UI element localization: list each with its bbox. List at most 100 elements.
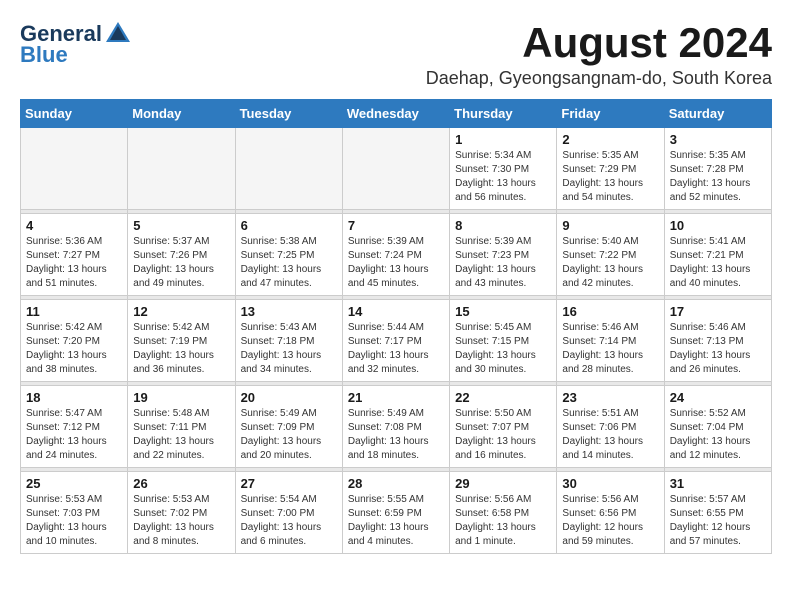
day-number: 11 — [26, 304, 122, 319]
day-info: Sunrise: 5:53 AM Sunset: 7:02 PM Dayligh… — [133, 493, 229, 549]
day-number: 16 — [562, 304, 658, 319]
title-block: August 2024 Daehap, Gyeongsangnam-do, So… — [426, 20, 772, 89]
day-number: 20 — [241, 390, 337, 405]
day-number: 2 — [562, 132, 658, 147]
calendar-day-cell: 9 Sunrise: 5:40 AM Sunset: 7:22 PM Daylig… — [557, 214, 664, 296]
logo: General Blue — [20, 20, 132, 68]
day-number: 25 — [26, 476, 122, 491]
calendar-day-cell: 14Sunrise: 5:44 AM Sunset: 7:17 PM Dayli… — [342, 300, 449, 382]
day-number: 19 — [133, 390, 229, 405]
day-number: 10 — [670, 218, 766, 233]
weekday-header-sunday: Sunday — [21, 100, 128, 128]
day-info: Sunrise: 5:49 AM Sunset: 7:08 PM Dayligh… — [348, 407, 444, 463]
calendar-table: SundayMondayTuesdayWednesdayThursdayFrid… — [20, 99, 772, 554]
day-info: Sunrise: 5:38 AM Sunset: 7:25 PM Dayligh… — [241, 235, 337, 291]
day-number: 17 — [670, 304, 766, 319]
calendar-day-cell — [235, 128, 342, 210]
month-year-title: August 2024 — [426, 20, 772, 66]
day-number: 14 — [348, 304, 444, 319]
calendar-week-row: 11 Sunrise: 5:42 AM Sunset: 7:20 PM Dayli… — [21, 300, 772, 382]
weekday-header-monday: Monday — [128, 100, 235, 128]
day-number: 28 — [348, 476, 444, 491]
calendar-week-row: 4 Sunrise: 5:36 AM Sunset: 7:27 PM Daylig… — [21, 214, 772, 296]
day-info: Sunrise: 5:45 AM Sunset: 7:15 PM Dayligh… — [455, 321, 551, 377]
calendar-day-cell: 8 Sunrise: 5:39 AM Sunset: 7:23 PM Daylig… — [450, 214, 557, 296]
calendar-day-cell: 31Sunrise: 5:57 AM Sunset: 6:55 PM Dayli… — [664, 472, 771, 554]
weekday-header-tuesday: Tuesday — [235, 100, 342, 128]
day-info: Sunrise: 5:56 AM Sunset: 6:56 PM Dayligh… — [562, 493, 658, 549]
day-info: Sunrise: 5:35 AM Sunset: 7:28 PM Dayligh… — [670, 149, 766, 205]
day-info: Sunrise: 5:46 AM Sunset: 7:13 PM Dayligh… — [670, 321, 766, 377]
calendar-day-cell: 20Sunrise: 5:49 AM Sunset: 7:09 PM Dayli… — [235, 386, 342, 468]
day-info: Sunrise: 5:41 AM Sunset: 7:21 PM Dayligh… — [670, 235, 766, 291]
weekday-header-saturday: Saturday — [664, 100, 771, 128]
calendar-day-cell: 29 Sunrise: 5:56 AM Sunset: 6:58 PM Dayli… — [450, 472, 557, 554]
day-info: Sunrise: 5:36 AM Sunset: 7:27 PM Dayligh… — [26, 235, 122, 291]
calendar-day-cell: 12 Sunrise: 5:42 AM Sunset: 7:19 PM Dayli… — [128, 300, 235, 382]
logo-icon — [104, 20, 132, 48]
day-number: 23 — [562, 390, 658, 405]
day-info: Sunrise: 5:53 AM Sunset: 7:03 PM Dayligh… — [26, 493, 122, 549]
day-info: Sunrise: 5:34 AM Sunset: 7:30 PM Dayligh… — [455, 149, 551, 205]
logo-blue-text: Blue — [20, 42, 68, 68]
calendar-day-cell: 21 Sunrise: 5:49 AM Sunset: 7:08 PM Dayli… — [342, 386, 449, 468]
calendar-week-row: 25 Sunrise: 5:53 AM Sunset: 7:03 PM Dayli… — [21, 472, 772, 554]
day-number: 7 — [348, 218, 444, 233]
calendar-day-cell: 28 Sunrise: 5:55 AM Sunset: 6:59 PM Dayli… — [342, 472, 449, 554]
calendar-day-cell: 7Sunrise: 5:39 AM Sunset: 7:24 PM Daylig… — [342, 214, 449, 296]
day-number: 26 — [133, 476, 229, 491]
day-info: Sunrise: 5:37 AM Sunset: 7:26 PM Dayligh… — [133, 235, 229, 291]
day-info: Sunrise: 5:48 AM Sunset: 7:11 PM Dayligh… — [133, 407, 229, 463]
day-number: 12 — [133, 304, 229, 319]
calendar-day-cell: 26 Sunrise: 5:53 AM Sunset: 7:02 PM Dayli… — [128, 472, 235, 554]
calendar-day-cell: 24 Sunrise: 5:52 AM Sunset: 7:04 PM Dayli… — [664, 386, 771, 468]
day-number: 29 — [455, 476, 551, 491]
day-number: 13 — [241, 304, 337, 319]
calendar-day-cell: 23Sunrise: 5:51 AM Sunset: 7:06 PM Dayli… — [557, 386, 664, 468]
day-info: Sunrise: 5:56 AM Sunset: 6:58 PM Dayligh… — [455, 493, 551, 549]
calendar-week-row: 18 Sunrise: 5:47 AM Sunset: 7:12 PM Dayli… — [21, 386, 772, 468]
day-info: Sunrise: 5:54 AM Sunset: 7:00 PM Dayligh… — [241, 493, 337, 549]
calendar-day-cell: 10 Sunrise: 5:41 AM Sunset: 7:21 PM Dayli… — [664, 214, 771, 296]
calendar-day-cell: 15 Sunrise: 5:45 AM Sunset: 7:15 PM Dayli… — [450, 300, 557, 382]
day-number: 4 — [26, 218, 122, 233]
day-number: 6 — [241, 218, 337, 233]
day-info: Sunrise: 5:55 AM Sunset: 6:59 PM Dayligh… — [348, 493, 444, 549]
day-number: 31 — [670, 476, 766, 491]
page-header: General Blue August 2024 Daehap, Gyeongs… — [20, 20, 772, 89]
calendar-day-cell: 6 Sunrise: 5:38 AM Sunset: 7:25 PM Daylig… — [235, 214, 342, 296]
day-info: Sunrise: 5:43 AM Sunset: 7:18 PM Dayligh… — [241, 321, 337, 377]
calendar-day-cell: 22Sunrise: 5:50 AM Sunset: 7:07 PM Dayli… — [450, 386, 557, 468]
calendar-day-cell: 11 Sunrise: 5:42 AM Sunset: 7:20 PM Dayli… — [21, 300, 128, 382]
weekday-header-wednesday: Wednesday — [342, 100, 449, 128]
day-number: 21 — [348, 390, 444, 405]
calendar-day-cell: 5 Sunrise: 5:37 AM Sunset: 7:26 PM Daylig… — [128, 214, 235, 296]
day-number: 8 — [455, 218, 551, 233]
calendar-day-cell: 13 Sunrise: 5:43 AM Sunset: 7:18 PM Dayli… — [235, 300, 342, 382]
day-number: 18 — [26, 390, 122, 405]
day-number: 1 — [455, 132, 551, 147]
day-number: 15 — [455, 304, 551, 319]
day-number: 3 — [670, 132, 766, 147]
weekday-header-thursday: Thursday — [450, 100, 557, 128]
calendar-day-cell: 3 Sunrise: 5:35 AM Sunset: 7:28 PM Daylig… — [664, 128, 771, 210]
calendar-day-cell — [342, 128, 449, 210]
day-info: Sunrise: 5:39 AM Sunset: 7:23 PM Dayligh… — [455, 235, 551, 291]
day-number: 30 — [562, 476, 658, 491]
day-info: Sunrise: 5:42 AM Sunset: 7:20 PM Dayligh… — [26, 321, 122, 377]
day-info: Sunrise: 5:52 AM Sunset: 7:04 PM Dayligh… — [670, 407, 766, 463]
day-number: 24 — [670, 390, 766, 405]
day-info: Sunrise: 5:46 AM Sunset: 7:14 PM Dayligh… — [562, 321, 658, 377]
calendar-day-cell: 17 Sunrise: 5:46 AM Sunset: 7:13 PM Dayli… — [664, 300, 771, 382]
weekday-header-friday: Friday — [557, 100, 664, 128]
calendar-day-cell — [21, 128, 128, 210]
calendar-week-row: 1 Sunrise: 5:34 AM Sunset: 7:30 PM Daylig… — [21, 128, 772, 210]
day-number: 9 — [562, 218, 658, 233]
day-info: Sunrise: 5:42 AM Sunset: 7:19 PM Dayligh… — [133, 321, 229, 377]
calendar-day-cell: 4 Sunrise: 5:36 AM Sunset: 7:27 PM Daylig… — [21, 214, 128, 296]
day-number: 5 — [133, 218, 229, 233]
day-info: Sunrise: 5:40 AM Sunset: 7:22 PM Dayligh… — [562, 235, 658, 291]
location-subtitle: Daehap, Gyeongsangnam-do, South Korea — [426, 68, 772, 89]
calendar-day-cell: 2Sunrise: 5:35 AM Sunset: 7:29 PM Daylig… — [557, 128, 664, 210]
day-info: Sunrise: 5:47 AM Sunset: 7:12 PM Dayligh… — [26, 407, 122, 463]
